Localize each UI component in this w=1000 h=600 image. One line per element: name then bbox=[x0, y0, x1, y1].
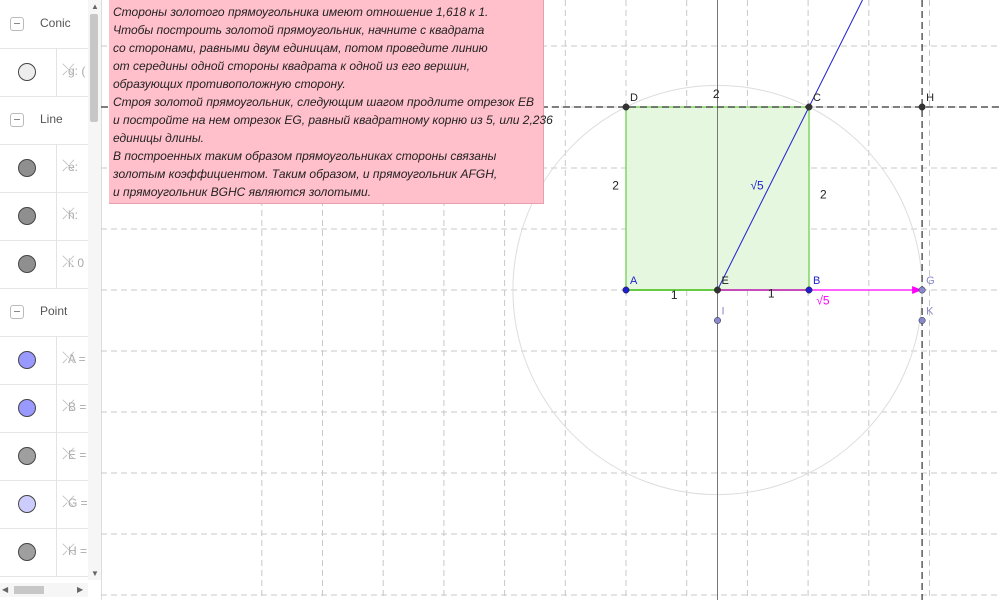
row-divider bbox=[56, 192, 57, 240]
algebra-item[interactable]: B = ⤬ bbox=[0, 384, 88, 433]
algebra-group-line[interactable]: Line bbox=[0, 96, 88, 145]
row-divider bbox=[56, 240, 57, 288]
row-divider bbox=[56, 336, 57, 384]
point-label: B bbox=[813, 275, 820, 287]
algebra-scroll-thumb[interactable] bbox=[90, 14, 98, 122]
visibility-toggle-icon[interactable] bbox=[18, 351, 36, 369]
point-label: I bbox=[722, 305, 725, 317]
point-g bbox=[918, 286, 926, 294]
description-line: В построенных таким образом прямоугольни… bbox=[113, 149, 497, 163]
algebra-group-conic[interactable]: Conic bbox=[0, 0, 88, 49]
row-divider bbox=[56, 384, 57, 432]
algebra-group-label: Point bbox=[40, 304, 68, 318]
edge-label: √5 bbox=[816, 294, 830, 308]
visibility-toggle-icon[interactable] bbox=[18, 255, 36, 273]
algebra-item[interactable]: e: ⤬ bbox=[0, 144, 88, 193]
point-h bbox=[918, 103, 926, 111]
edge-label: 2 bbox=[612, 178, 619, 192]
description-line: и постройте на нем отрезок EG, равный кв… bbox=[113, 113, 553, 127]
description-line: и прямоугольник BGHC являются золотыми. bbox=[113, 185, 372, 199]
scroll-left-arrow-icon[interactable]: ◀ bbox=[2, 585, 8, 594]
algebra-item[interactable]: H = ⤬ bbox=[0, 528, 88, 577]
visibility-toggle-icon[interactable] bbox=[18, 207, 36, 225]
edge-label: 1 bbox=[671, 288, 678, 302]
collapse-toggle-icon[interactable] bbox=[10, 17, 24, 31]
row-divider bbox=[56, 528, 57, 576]
algebra-group-label: Line bbox=[40, 112, 63, 126]
algebra-item[interactable]: g: (⤬ bbox=[0, 48, 88, 97]
row-divider bbox=[56, 48, 57, 96]
visibility-toggle-icon[interactable] bbox=[18, 447, 36, 465]
delete-icon[interactable]: ⤬ bbox=[62, 158, 75, 176]
row-divider bbox=[56, 480, 57, 528]
description-text: Стороны золотого прямоугольника имеют от… bbox=[109, 0, 553, 204]
delete-icon[interactable]: ⤬ bbox=[62, 494, 75, 512]
description-line: Стороны золотого прямоугольника имеют от… bbox=[113, 5, 489, 19]
point-c bbox=[805, 103, 813, 111]
algebra-item[interactable]: i: 0 ⤬ bbox=[0, 240, 88, 289]
point-label: C bbox=[813, 92, 821, 104]
edge-label: 1 bbox=[768, 286, 775, 300]
point-label: E bbox=[722, 275, 729, 287]
scroll-down-arrow-icon[interactable]: ▼ bbox=[91, 569, 99, 578]
description-line: от середины одной стороны квадрата к одн… bbox=[113, 59, 470, 73]
point-e bbox=[714, 286, 721, 294]
edge-label: 2 bbox=[820, 188, 827, 202]
algebra-item[interactable]: G = ⤬ bbox=[0, 480, 88, 529]
algebra-item[interactable]: E = ⤬ bbox=[0, 432, 88, 481]
visibility-toggle-icon[interactable] bbox=[18, 543, 36, 561]
delete-icon[interactable]: ⤬ bbox=[62, 446, 75, 464]
description-line: образующих противоположную сторону. bbox=[113, 77, 346, 91]
algebra-item[interactable]: h: ⤬ bbox=[0, 192, 88, 241]
row-divider bbox=[56, 432, 57, 480]
edge-label: 2 bbox=[713, 87, 720, 101]
collapse-toggle-icon[interactable] bbox=[10, 305, 24, 319]
delete-icon[interactable]: ⤬ bbox=[62, 254, 75, 272]
point-label: D bbox=[630, 92, 638, 104]
description-line: Чтобы построить золотой прямоугольник, н… bbox=[113, 23, 485, 37]
delete-icon[interactable]: ⤬ bbox=[62, 398, 75, 416]
point-b bbox=[805, 286, 813, 294]
description-line: единицы длины. bbox=[113, 131, 204, 145]
edge-label: √5 bbox=[750, 178, 764, 192]
point-label: A bbox=[630, 275, 638, 287]
delete-icon[interactable]: ⤬ bbox=[62, 350, 75, 368]
delete-icon[interactable]: ⤬ bbox=[62, 542, 75, 560]
algebra-view: Conic g: (⤬ Line e: ⤬ h: ⤬ i: 0 ⤬ Point A = ⤬ B =… bbox=[0, 0, 102, 600]
description-line: со сторонами, равными двум единицам, пот… bbox=[113, 41, 488, 55]
algebra-hscroll-thumb[interactable] bbox=[14, 586, 44, 594]
scroll-right-arrow-icon[interactable]: ▶ bbox=[77, 585, 83, 594]
algebra-horizontal-scrollbar[interactable]: ◀ ▶ bbox=[0, 583, 88, 597]
visibility-toggle-icon[interactable] bbox=[18, 63, 36, 81]
collapse-toggle-icon[interactable] bbox=[10, 113, 24, 127]
visibility-toggle-icon[interactable] bbox=[18, 159, 36, 177]
delete-icon[interactable]: ⤬ bbox=[62, 62, 75, 80]
scroll-up-arrow-icon[interactable]: ▲ bbox=[91, 2, 99, 11]
delete-icon[interactable]: ⤬ bbox=[62, 206, 75, 224]
point-label: H bbox=[926, 92, 934, 104]
point-label: G bbox=[926, 275, 935, 287]
algebra-item[interactable]: A = ⤬ bbox=[0, 336, 88, 385]
point-k bbox=[918, 317, 926, 324]
description-line: Строя золотой прямоугольник, следующим ш… bbox=[113, 95, 534, 109]
algebra-vertical-scrollbar[interactable]: ▲ ▼ bbox=[88, 0, 101, 580]
description-line: золотым коэффициентом. Таким образом, и … bbox=[113, 167, 498, 181]
visibility-toggle-icon[interactable] bbox=[18, 399, 36, 417]
algebra-group-point[interactable]: Point bbox=[0, 288, 88, 337]
visibility-toggle-icon[interactable] bbox=[18, 495, 36, 513]
point-a bbox=[622, 286, 630, 294]
point-label: K bbox=[926, 305, 934, 317]
row-divider bbox=[56, 144, 57, 192]
point-i bbox=[714, 317, 721, 324]
point-d bbox=[622, 103, 630, 111]
algebra-group-label: Conic bbox=[40, 16, 71, 30]
